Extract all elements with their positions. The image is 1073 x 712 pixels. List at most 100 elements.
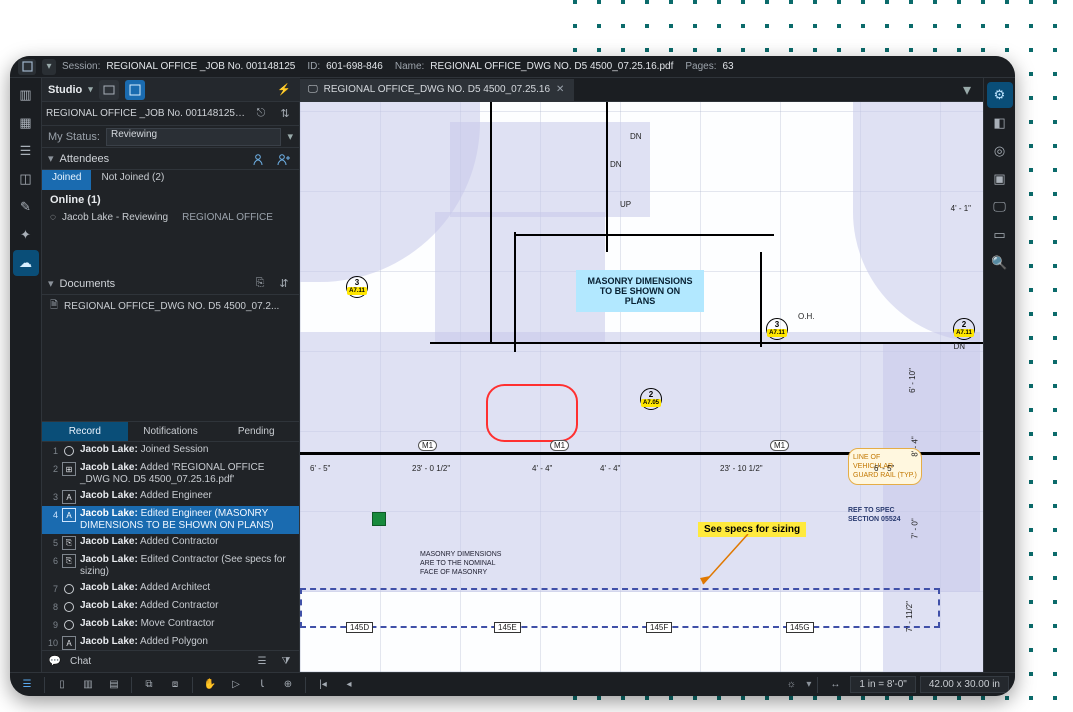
spaces-icon[interactable]: ▣: [987, 166, 1013, 192]
document-list-item[interactable]: 🗎 REGIONAL OFFICE_DWG NO. D5 4500_07.2..…: [42, 295, 299, 318]
record-row[interactable]: 10AJacob Lake: Added Polygon: [42, 634, 299, 650]
signatures-icon[interactable]: ✦: [13, 222, 39, 248]
mystatus-select[interactable]: Reviewing: [106, 128, 282, 146]
select-text-icon[interactable]: Ꙇ: [251, 675, 273, 695]
follow-attendee-icon[interactable]: [251, 150, 269, 168]
record-action: Added Engineer: [140, 490, 212, 501]
right-rail: ⚙ ◧ ◎ ▣ 🖵 ▭ 🔍: [983, 78, 1015, 672]
attendees-collapse-icon[interactable]: ▾: [48, 152, 54, 165]
search-icon[interactable]: 🔍: [987, 250, 1013, 276]
single-page-icon[interactable]: ▯: [51, 675, 73, 695]
scale-readout[interactable]: 1 in = 8'-0": [850, 676, 915, 693]
forms-icon[interactable]: ▭: [987, 222, 1013, 248]
select-icon[interactable]: ▷: [225, 675, 247, 695]
record-row[interactable]: 2⊞Jacob Lake: Added 'REGIONAL OFFICE _DW…: [42, 460, 299, 488]
record-type-icon: [62, 600, 76, 614]
studio-projects-toggle[interactable]: [99, 80, 119, 100]
joined-tab[interactable]: Joined: [42, 170, 91, 190]
studio-icon[interactable]: ☁: [13, 250, 39, 276]
split-view-icon[interactable]: ⧉: [138, 675, 160, 695]
pan-icon[interactable]: ✋: [199, 675, 221, 695]
record-row[interactable]: 4AJacob Lake: Edited Engineer (MASONRY D…: [42, 506, 299, 534]
document-tab[interactable]: 🖵 REGIONAL OFFICE_DWG NO. D5 4500_07.25.…: [300, 79, 575, 101]
chat-icon[interactable]: 💬: [46, 653, 64, 671]
documents-collapse-icon[interactable]: ▾: [48, 277, 54, 290]
record-filter-icon[interactable]: ⧩: [277, 653, 295, 671]
studio-label: Studio: [48, 84, 82, 96]
record-row[interactable]: 7Jacob Lake: Added Architect: [42, 580, 299, 598]
toolchest-icon[interactable]: ◫: [13, 166, 39, 192]
settings-gear-icon[interactable]: ⚙: [987, 82, 1013, 108]
tab-overflow-dropdown[interactable]: ▾: [957, 80, 977, 100]
bookmarks-icon[interactable]: ☰: [13, 138, 39, 164]
record-row[interactable]: 8Jacob Lake: Added Contractor: [42, 598, 299, 616]
room-145d: 145D: [346, 622, 373, 633]
sort-documents-icon[interactable]: ⇵: [275, 275, 293, 293]
continuous-icon[interactable]: ▥: [77, 675, 99, 695]
revision-cloud[interactable]: [486, 384, 578, 442]
notifications-tab[interactable]: Notifications: [128, 422, 214, 441]
sticky-note[interactable]: [372, 512, 386, 526]
record-row[interactable]: 5⎘Jacob Lake: Added Contractor: [42, 534, 299, 552]
online-header: Online (1): [42, 190, 299, 210]
callout-a711-3[interactable]: 2A7.11: [953, 318, 975, 340]
links-icon[interactable]: 🖵: [987, 194, 1013, 220]
add-attendee-icon[interactable]: [275, 150, 293, 168]
record-user: Jacob Lake:: [80, 554, 138, 565]
callout-a705[interactable]: 2A7.05: [640, 388, 662, 410]
scale-icon[interactable]: ↔: [824, 675, 846, 695]
record-row[interactable]: 1Jacob Lake: Joined Session: [42, 442, 299, 460]
panel-settings-icon[interactable]: ⇅: [275, 104, 295, 124]
revu-menu-button[interactable]: [18, 59, 36, 75]
markups-list-icon[interactable]: ☰: [16, 675, 38, 695]
studio-flash-icon[interactable]: ⚡: [274, 80, 294, 100]
spec-note[interactable]: See specs for sizing: [698, 522, 806, 537]
record-index: 3: [46, 490, 58, 502]
callout-a711-2[interactable]: 3A7.11: [766, 318, 788, 340]
thumbnails-icon[interactable]: ▦: [13, 110, 39, 136]
left-panel-footer: 💬 Chat ☰ ⧩: [42, 650, 299, 672]
callout-a711-1[interactable]: 3A7.11: [346, 276, 368, 298]
dimmer-icon[interactable]: ☼: [780, 675, 802, 695]
chat-label[interactable]: Chat: [70, 656, 91, 667]
room-145f: 145F: [646, 622, 672, 633]
revu-dropdown-button[interactable]: ▾: [42, 59, 56, 75]
record-list[interactable]: 1Jacob Lake: Joined Session2⊞Jacob Lake:…: [42, 442, 299, 650]
layers-icon[interactable]: ◧: [987, 110, 1013, 136]
label-dn: DN: [953, 342, 965, 351]
document-viewer[interactable]: MASONRY DIMENSIONS TO BE SHOWN ON PLANS …: [300, 102, 983, 672]
record-row[interactable]: 3AJacob Lake: Added Engineer: [42, 488, 299, 506]
session-value: REGIONAL OFFICE _JOB No. 001148125: [106, 61, 295, 72]
masonry-note[interactable]: MASONRY DIMENSIONS TO BE SHOWN ON PLANS: [576, 270, 704, 312]
attendee-name: Jacob Lake - Reviewing: [62, 212, 168, 223]
attendee-row[interactable]: ◌ Jacob Lake - Reviewing REGIONAL OFFICE: [42, 210, 299, 227]
studio-header: Studio ▾ ⚡: [42, 78, 300, 102]
leave-session-icon[interactable]: ⎋: [251, 104, 271, 124]
studio-sessions-toggle[interactable]: [125, 80, 145, 100]
person-icon: ◌: [50, 212, 56, 223]
add-document-icon[interactable]: ⎘: [251, 275, 269, 293]
prev-page-icon[interactable]: ◂: [338, 675, 360, 695]
record-row[interactable]: 9Jacob Lake: Move Contractor: [42, 616, 299, 634]
titlebar: ▾ Session: REGIONAL OFFICE _JOB No. 0011…: [10, 56, 1015, 78]
dim-a: 6' - 5": [310, 464, 330, 473]
record-index: 9: [46, 618, 58, 630]
first-page-icon[interactable]: |◂: [312, 675, 334, 695]
dim-g: 4' - 1": [951, 204, 971, 213]
record-list-icon[interactable]: ☰: [253, 653, 271, 671]
side-by-side-icon[interactable]: ▤: [103, 675, 125, 695]
file-access-icon[interactable]: ▥: [13, 82, 39, 108]
document-icon: 🗎: [50, 298, 58, 315]
not-joined-tab[interactable]: Not Joined (2): [91, 170, 174, 190]
record-type-icon: ⊞: [62, 462, 76, 476]
record-tab[interactable]: Record: [42, 422, 128, 441]
zoom-icon[interactable]: ⊕: [277, 675, 299, 695]
mystatus-value: Reviewing: [111, 129, 157, 140]
properties-icon[interactable]: ✎: [13, 194, 39, 220]
unsplit-view-icon[interactable]: ⧈: [164, 675, 186, 695]
mystatus-label: My Status:: [48, 131, 100, 143]
measurements-icon[interactable]: ◎: [987, 138, 1013, 164]
record-row[interactable]: 6⎘Jacob Lake: Edited Contractor (See spe…: [42, 552, 299, 580]
pending-tab[interactable]: Pending: [213, 422, 299, 441]
close-tab-icon[interactable]: ✕: [556, 84, 564, 95]
